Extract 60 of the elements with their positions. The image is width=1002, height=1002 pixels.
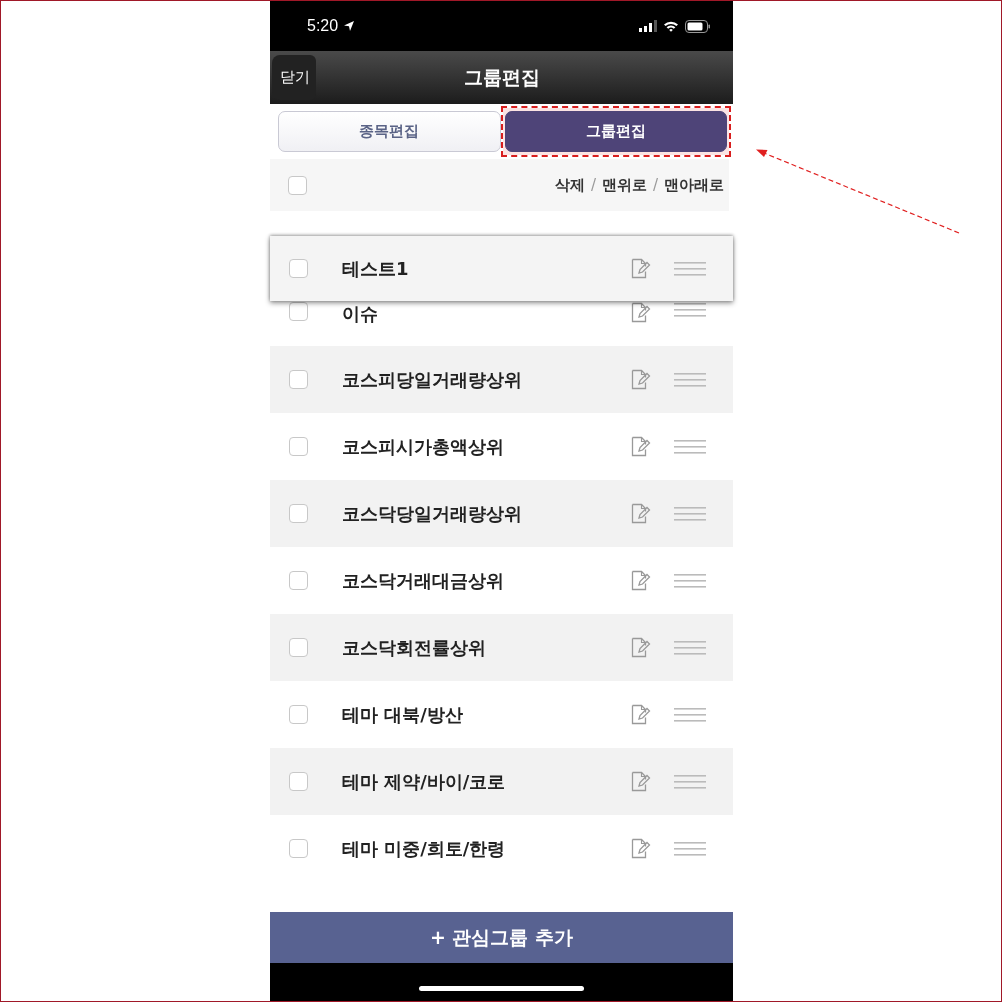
edit-icon[interactable] <box>630 637 651 658</box>
group-name: 테마 제약/바이/코로 <box>342 769 507 794</box>
edit-icon[interactable] <box>630 302 651 323</box>
dragged-row[interactable]: 테스트1 <box>270 236 733 301</box>
list-row[interactable]: 테마 제약/바이/코로 <box>270 748 733 815</box>
separator: / <box>590 176 596 194</box>
drag-handle-icon[interactable] <box>674 840 706 857</box>
drag-handle-icon[interactable] <box>674 706 706 723</box>
group-name: 코스피당일거래량상위 <box>342 367 523 392</box>
group-name: 테마 대북/방산 <box>342 702 464 727</box>
edit-icon[interactable] <box>630 704 651 725</box>
checkbox[interactable] <box>289 571 308 590</box>
edit-icon[interactable] <box>630 771 651 792</box>
edit-icon[interactable] <box>630 258 651 279</box>
signal-icon <box>639 20 657 32</box>
tab[interactable]: 종목편집 <box>278 111 501 152</box>
separator: / <box>652 176 658 194</box>
group-name: 이슈 <box>342 302 379 326</box>
tab[interactable]: 그룹편집 <box>504 111 727 152</box>
drag-handle-icon[interactable] <box>674 639 706 656</box>
edit-icon[interactable] <box>630 838 651 859</box>
checkbox[interactable] <box>289 638 308 657</box>
list-row[interactable]: 코스피당일거래량상위 <box>270 346 733 413</box>
edit-icon[interactable] <box>630 570 651 591</box>
edit-icon[interactable] <box>630 369 651 390</box>
wifi-icon <box>663 20 679 32</box>
checkbox[interactable] <box>289 259 308 278</box>
edit-icon[interactable] <box>630 503 651 524</box>
location-icon <box>343 20 356 32</box>
checkbox[interactable] <box>289 705 308 724</box>
drag-handle-icon[interactable] <box>674 773 706 790</box>
checkbox[interactable] <box>288 175 307 195</box>
checkbox[interactable] <box>289 437 308 456</box>
drag-handle-icon[interactable] <box>674 302 706 318</box>
list-row[interactable]: 코스닥당일거래량상위 <box>270 480 733 547</box>
checkbox[interactable] <box>289 302 308 321</box>
action-link[interactable]: 맨아래로 <box>664 175 724 195</box>
checkbox[interactable] <box>289 839 308 858</box>
battery-icon <box>685 19 711 33</box>
edit-icon[interactable] <box>630 436 651 457</box>
group-name: 코스닥회전률상위 <box>342 635 487 660</box>
drag-handle-icon[interactable] <box>674 505 706 522</box>
checkbox[interactable] <box>289 370 308 389</box>
checkbox[interactable] <box>289 772 308 791</box>
status-time: 5:20 <box>307 17 339 35</box>
drag-handle-icon[interactable] <box>674 260 706 277</box>
drag-handle-icon[interactable] <box>674 572 706 589</box>
group-name: 테스트1 <box>342 256 410 281</box>
list-row[interactable]: 코스닥회전률상위 <box>270 614 733 681</box>
group-name: 코스피시가총액상위 <box>342 434 505 459</box>
screen-title: 그룹편집 <box>463 64 540 90</box>
group-name: 코스닥당일거래량상위 <box>342 501 523 526</box>
add-group-button[interactable]: + 관심그룹 추가 <box>270 912 733 963</box>
group-name: 테마 미중/희토/한령 <box>342 836 507 861</box>
action-link[interactable]: 맨위로 <box>601 175 647 195</box>
drag-handle-icon[interactable] <box>674 438 706 455</box>
action-link[interactable]: 삭제 <box>554 175 585 195</box>
checkbox[interactable] <box>289 504 308 523</box>
group-name: 코스닥거래대금상위 <box>342 568 505 593</box>
drag-handle-icon[interactable] <box>674 371 706 388</box>
